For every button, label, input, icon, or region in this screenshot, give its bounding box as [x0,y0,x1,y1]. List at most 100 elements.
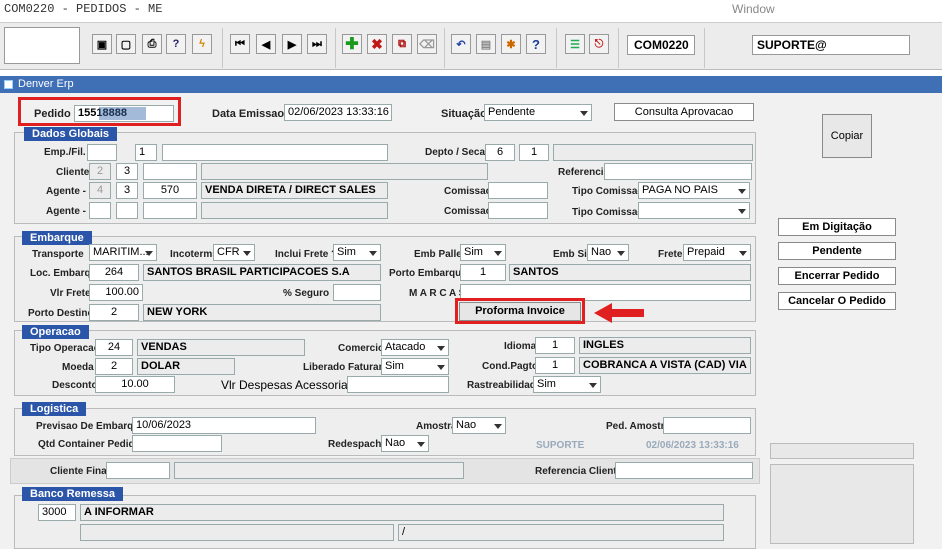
toolbar-blank-field[interactable] [4,27,80,64]
rastreabilidade-label: Rastreabilidade [467,380,542,391]
lightning-icon[interactable]: ϟ [192,34,212,54]
referencia-cliente-input[interactable] [615,462,753,479]
seguro-input[interactable] [333,284,381,301]
tipo-comissao1-label: Tipo Comissao [572,186,644,197]
embarque-title: Embarque [22,231,92,245]
tipo-operacao-code-input[interactable]: 24 [95,339,133,356]
amostra-select[interactable]: Nao [452,417,506,434]
loc-embarq-name-field: SANTOS BRASIL PARTICIPACOES S.A [143,264,381,281]
emb-sif-label: Emb Sif [553,249,591,260]
referencia-input[interactable] [604,163,752,180]
situacao-label: Situação [441,108,487,120]
cliente-final-name-field [174,462,464,479]
comissao2-input[interactable] [488,202,548,219]
toolbar-separator [704,28,705,68]
agente2-emp-input[interactable] [89,202,111,219]
emb-sif-select[interactable]: Nao [587,244,629,261]
pendente-button[interactable]: Pendente [778,242,896,260]
banco-code-input[interactable]: 3000 [38,504,76,521]
porto-embarque-code-input[interactable]: 1 [460,264,506,281]
add-icon[interactable]: ✚ [342,34,362,54]
data-emissao-input[interactable]: 02/06/2023 13:33:16 [284,104,392,121]
fil-input[interactable]: 1 [135,144,157,161]
exit-icon[interactable]: ⎋ [589,34,609,54]
redespacho-select[interactable]: Nao [381,435,429,452]
cliente-fil-input[interactable]: 3 [116,163,138,180]
cliente-final-label: Cliente Final [50,466,110,477]
qtd-container-input[interactable] [132,435,222,452]
help-icon[interactable]: ? [526,34,546,54]
idioma-code-input[interactable]: 1 [535,337,575,354]
copiar-button[interactable]: Copiar [822,114,872,158]
encerrar-pedido-button[interactable]: Encerrar Pedido [778,267,896,285]
cliente-emp-input[interactable]: 2 [89,163,111,180]
loc-embarq-code-input[interactable]: 264 [89,264,139,281]
depto-input[interactable]: 6 [485,144,515,161]
desconto-input[interactable]: 10.00 [95,376,175,393]
window-title: COM0220 - PEDIDOS - ME [4,2,163,16]
frete-select[interactable]: Prepaid [683,244,751,261]
agente1-code-input[interactable]: 570 [143,182,197,199]
undo-icon[interactable]: ↶ [451,34,471,54]
porto-embarque-name-field: SANTOS [509,264,751,281]
edit-record-icon[interactable]: ⧉ [392,34,412,54]
consulta-aprovacao-button[interactable]: Consulta Aprovacao [614,103,754,121]
help-query-icon[interactable]: ? [166,34,186,54]
clear-icon[interactable]: ⌫ [417,34,437,54]
emp-input[interactable] [87,144,117,161]
cliente-code-input[interactable] [143,163,197,180]
agente1-emp-input[interactable]: 4 [89,182,111,199]
clipboard-icon[interactable]: ▤ [476,34,496,54]
tipo-operacao-name-field: VENDAS [137,339,305,356]
settings-icon[interactable]: ✱ [501,34,521,54]
tipo-comissao2-select[interactable] [638,202,750,219]
print-icon[interactable]: ⎙ [142,34,162,54]
audit-date: 02/06/2023 13:33:16 [646,440,739,451]
save-icon[interactable]: ▣ [92,34,112,54]
comercio-select[interactable]: Atacado [381,339,449,356]
emb-pallet-select[interactable]: Sim [460,244,506,261]
next-record-icon[interactable]: ▶ [282,34,302,54]
menu-icon[interactable]: ☰ [565,34,585,54]
transporte-select[interactable]: MARITIM... [89,244,157,261]
delete-icon[interactable]: ✖ [367,34,387,54]
agente2-fil-input[interactable] [116,202,138,219]
cancelar-pedido-button[interactable]: Cancelar O Pedido [778,292,896,310]
secao-input[interactable]: 1 [519,144,549,161]
inclui-frete-select[interactable]: Sim [333,244,381,261]
last-record-icon[interactable]: ⏭ [307,34,327,54]
previous-record-icon[interactable]: ◀ [256,34,276,54]
comissao1-input[interactable] [488,182,548,199]
first-record-icon[interactable]: ⏮ [230,34,250,54]
porto-destino-code-input[interactable]: 2 [89,304,139,321]
agente1-fil-input[interactable]: 3 [116,182,138,199]
agente1-name-field: VENDA DIRETA / DIRECT SALES [201,182,388,199]
situacao-select[interactable]: Pendente [484,104,592,121]
cliente-name-field [201,163,488,180]
liberado-faturam-select[interactable]: Sim [381,358,449,375]
agente2-code-input[interactable] [143,202,197,219]
seguro-label: % Seguro [283,288,330,299]
comissao1-label: Comissao [444,186,492,197]
banco-agencia-field [80,524,394,541]
cliente-final-code-input[interactable] [106,462,170,479]
toolbar-separator [222,28,223,68]
vlr-frete-input[interactable]: 100.00 [89,284,143,301]
referencia-label: Referencia [558,167,610,178]
tipo-comissao1-select[interactable]: PAGA NO PAIS [638,182,750,199]
window-icon[interactable]: ▢ [116,34,136,54]
incoterms-select[interactable]: CFR [213,244,255,261]
moeda-code-input[interactable]: 2 [95,358,133,375]
ped-amostra-input[interactable] [663,417,751,434]
vlr-despesas-label: Vlr Despesas Acessorias [221,378,354,392]
subwindow-title-bar: Denver Erp [0,76,942,93]
qtd-container-label: Qtd Container Pedido [38,439,141,450]
user-field: SUPORTE@ [752,35,910,55]
em-digitacao-button[interactable]: Em Digitação [778,218,896,236]
previsao-embarque-input[interactable]: 10/06/2023 [132,417,316,434]
emb-pallet-label: Emb Pallet [414,249,466,260]
vlr-despesas-input[interactable] [347,376,449,393]
rastreabilidade-select[interactable]: Sim [533,376,601,393]
cond-pagto-code-input[interactable]: 1 [535,357,575,374]
window-menu[interactable]: Window [732,2,775,16]
